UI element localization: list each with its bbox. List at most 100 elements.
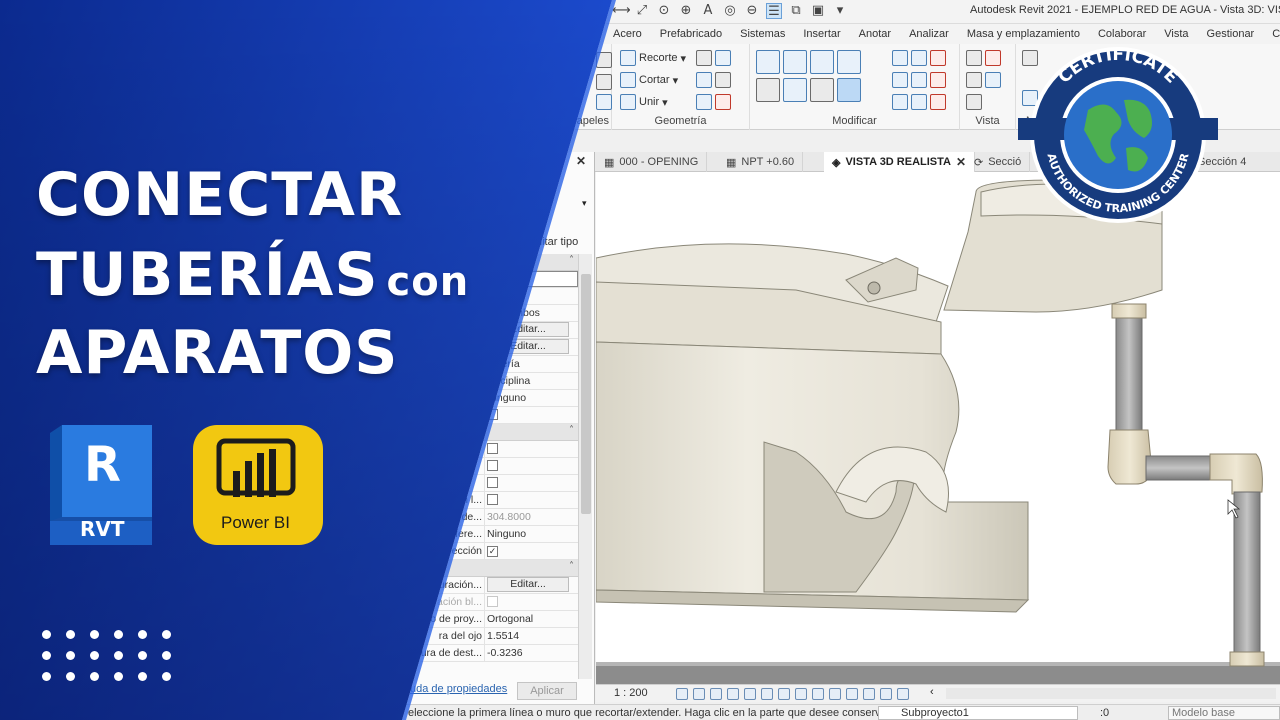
close-properties-icon[interactable]: ✕: [576, 154, 586, 168]
tab-vista[interactable]: Vista: [1155, 28, 1197, 40]
move-icon[interactable]: [756, 78, 780, 102]
design-option-selector[interactable]: Modelo base: [1168, 706, 1280, 720]
eraser-icon[interactable]: [966, 94, 982, 110]
array-icon[interactable]: [911, 50, 927, 66]
tab-analizar[interactable]: Analizar: [900, 28, 958, 40]
split-face-icon[interactable]: [715, 50, 731, 66]
temp-hide-icon[interactable]: [812, 688, 824, 700]
crop-view-icon[interactable]: [761, 688, 773, 700]
edit-button[interactable]: Editar...: [487, 577, 569, 592]
mirror-draw-icon[interactable]: [837, 50, 861, 74]
tab-sistemas[interactable]: Sistemas: [731, 28, 794, 40]
cut-icon[interactable]: [596, 74, 612, 90]
demolish-icon[interactable]: [696, 94, 712, 110]
view-tab-seccion[interactable]: ⟳ Secció: [966, 152, 1031, 172]
analytical-model-icon[interactable]: [863, 688, 875, 700]
scrollbar-thumb[interactable]: [581, 274, 591, 514]
group-header[interactable]: ˄: [400, 254, 578, 271]
tab-insertar[interactable]: Insertar: [794, 28, 849, 40]
cortar-button[interactable]: Cortar ▾: [620, 72, 678, 88]
graphics-icon[interactable]: [985, 72, 1001, 88]
tab-gestionar[interactable]: Gestionar: [1198, 28, 1264, 40]
property-checkbox[interactable]: [487, 409, 498, 420]
unpin-icon[interactable]: [930, 50, 946, 66]
lock-view-icon[interactable]: [795, 688, 807, 700]
property-checkbox[interactable]: [487, 460, 498, 471]
paint-icon[interactable]: [596, 94, 612, 110]
remove-paint-icon[interactable]: [715, 72, 731, 88]
measure-tool-icon[interactable]: [1022, 50, 1038, 66]
group-header[interactable]: ˄: [400, 560, 578, 577]
highlight-displacement-icon[interactable]: [880, 688, 892, 700]
close-hidden-icon[interactable]: ⧉: [788, 3, 804, 19]
property-checkbox[interactable]: [487, 477, 498, 488]
delete-icon[interactable]: [930, 94, 946, 110]
scroll-left-icon[interactable]: ‹: [930, 686, 934, 698]
customize-toolbar-icon[interactable]: ▾: [832, 3, 848, 19]
shadows-icon[interactable]: [727, 688, 739, 700]
tag-icon[interactable]: ⊙: [656, 3, 672, 19]
pin-icon[interactable]: ⊕: [678, 3, 694, 19]
unir-button[interactable]: Unir ▾: [620, 94, 668, 110]
3d-view-icon[interactable]: ◎: [722, 3, 738, 19]
property-value[interactable]: [484, 271, 578, 287]
property-value[interactable]: Ninguno: [484, 526, 578, 542]
hammer-icon[interactable]: [715, 94, 731, 110]
scale-icon[interactable]: [892, 72, 908, 88]
detail-level-icon[interactable]: [676, 688, 688, 700]
3d-viewport[interactable]: [596, 172, 1280, 684]
property-value[interactable]: Ortogonal: [484, 611, 578, 627]
property-value[interactable]: Ninguno: [484, 390, 578, 406]
override-icon[interactable]: [985, 50, 1001, 66]
text-icon[interactable]: A: [700, 3, 716, 19]
tab-complementos[interactable]: Complem: [1263, 28, 1280, 40]
close-tab-icon[interactable]: ✕: [956, 155, 966, 169]
recorte-button[interactable]: Recorte ▾: [620, 50, 686, 66]
property-checkbox[interactable]: [487, 494, 498, 505]
property-value[interactable]: 1.5514: [484, 628, 578, 644]
edit-button[interactable]: Editar...: [487, 322, 569, 337]
copy-icon[interactable]: [596, 52, 612, 68]
visual-style-icon[interactable]: [693, 688, 705, 700]
section-icon[interactable]: ⊖: [744, 3, 760, 19]
property-checkbox[interactable]: ✓: [487, 546, 498, 557]
copy-element-icon[interactable]: [783, 78, 807, 102]
split-element-icon[interactable]: [892, 50, 908, 66]
view-tab-opening[interactable]: ▦ 000 - OPENING: [596, 152, 708, 172]
show-crop-icon[interactable]: [778, 688, 790, 700]
switch-windows-icon[interactable]: ▣: [810, 3, 826, 19]
property-checkbox[interactable]: [487, 443, 498, 454]
view-tab-vista-3d[interactable]: ◈ VISTA 3D REALISTA ✕: [824, 152, 976, 172]
extend-multiple-icon[interactable]: [892, 94, 908, 110]
property-value[interactable]: 304.8000: [484, 509, 578, 525]
constraints-icon[interactable]: [897, 688, 909, 700]
tab-prefabricado[interactable]: Prefabricado: [651, 28, 731, 40]
align-icon[interactable]: [756, 50, 780, 74]
dimension-tool-icon[interactable]: [1022, 90, 1038, 106]
property-checkbox[interactable]: [487, 596, 498, 607]
group-header[interactable]: ˄: [400, 424, 578, 441]
offset-icon[interactable]: [783, 50, 807, 74]
horizontal-scrollbar[interactable]: [946, 688, 1276, 699]
tab-colaborar[interactable]: Colaborar: [1089, 28, 1155, 40]
mirror-axis-icon[interactable]: [810, 50, 834, 74]
tab-masa[interactable]: Masa y emplazamiento: [958, 28, 1089, 40]
dimension-icon[interactable]: ⤢: [634, 3, 650, 19]
type-selector-chevron-icon[interactable]: ▾: [582, 198, 587, 209]
wall-joins-icon[interactable]: [696, 50, 712, 66]
property-value[interactable]: [484, 288, 578, 304]
pin-element-icon[interactable]: [930, 72, 946, 88]
view-tab-npt[interactable]: ▦ NPT +0.60: [718, 152, 804, 172]
measure-icon[interactable]: ⟷: [612, 3, 631, 19]
property-value[interactable]: disciplina: [484, 373, 578, 389]
edit-type-button[interactable]: ditar tipo: [536, 236, 578, 248]
properties-help-link[interactable]: uda de propiedades: [410, 683, 507, 695]
sun-path-icon[interactable]: [710, 688, 722, 700]
hide-icon[interactable]: [966, 50, 982, 66]
tab-acero[interactable]: Acero: [604, 28, 651, 40]
split-gap-icon[interactable]: [911, 94, 927, 110]
properties-scrollbar[interactable]: [578, 254, 592, 679]
view-tab-seccion-4[interactable]: Sección 4: [1190, 152, 1254, 172]
temp-view-props-icon[interactable]: [846, 688, 858, 700]
tab-anotar[interactable]: Anotar: [850, 28, 900, 40]
